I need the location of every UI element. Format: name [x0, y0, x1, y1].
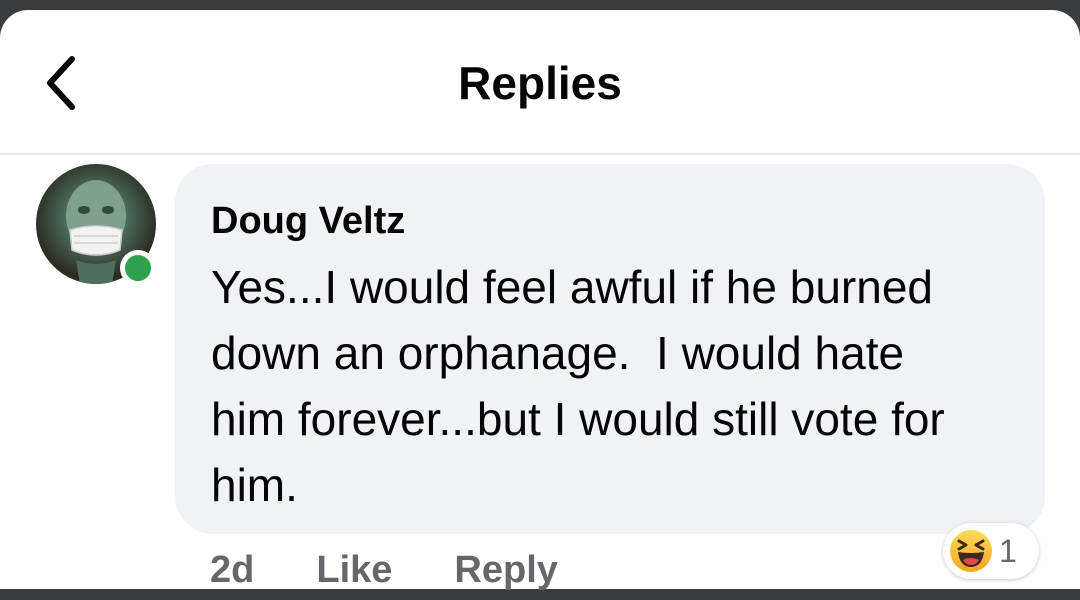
reaction-count: 1: [999, 532, 1017, 569]
reaction-summary[interactable]: 1: [943, 523, 1039, 579]
like-button[interactable]: Like: [316, 540, 392, 591]
comment-bubble[interactable]: Doug Veltz Yes...I would feel awful if h…: [175, 164, 1045, 534]
comment-text: Yes...I would feel awful if he burned do…: [211, 261, 958, 511]
avatar-wrapper[interactable]: [36, 164, 158, 286]
haha-emoji-icon: [950, 530, 992, 572]
reply-button[interactable]: Reply: [454, 540, 557, 591]
comment-author[interactable]: Doug Veltz: [211, 196, 1009, 246]
comment-timestamp: 2d: [210, 549, 255, 591]
page-title: Replies: [458, 57, 622, 109]
comment-actions: 2d Like Reply: [210, 540, 558, 591]
online-status-dot: [120, 250, 156, 286]
header: Replies: [0, 10, 1080, 155]
